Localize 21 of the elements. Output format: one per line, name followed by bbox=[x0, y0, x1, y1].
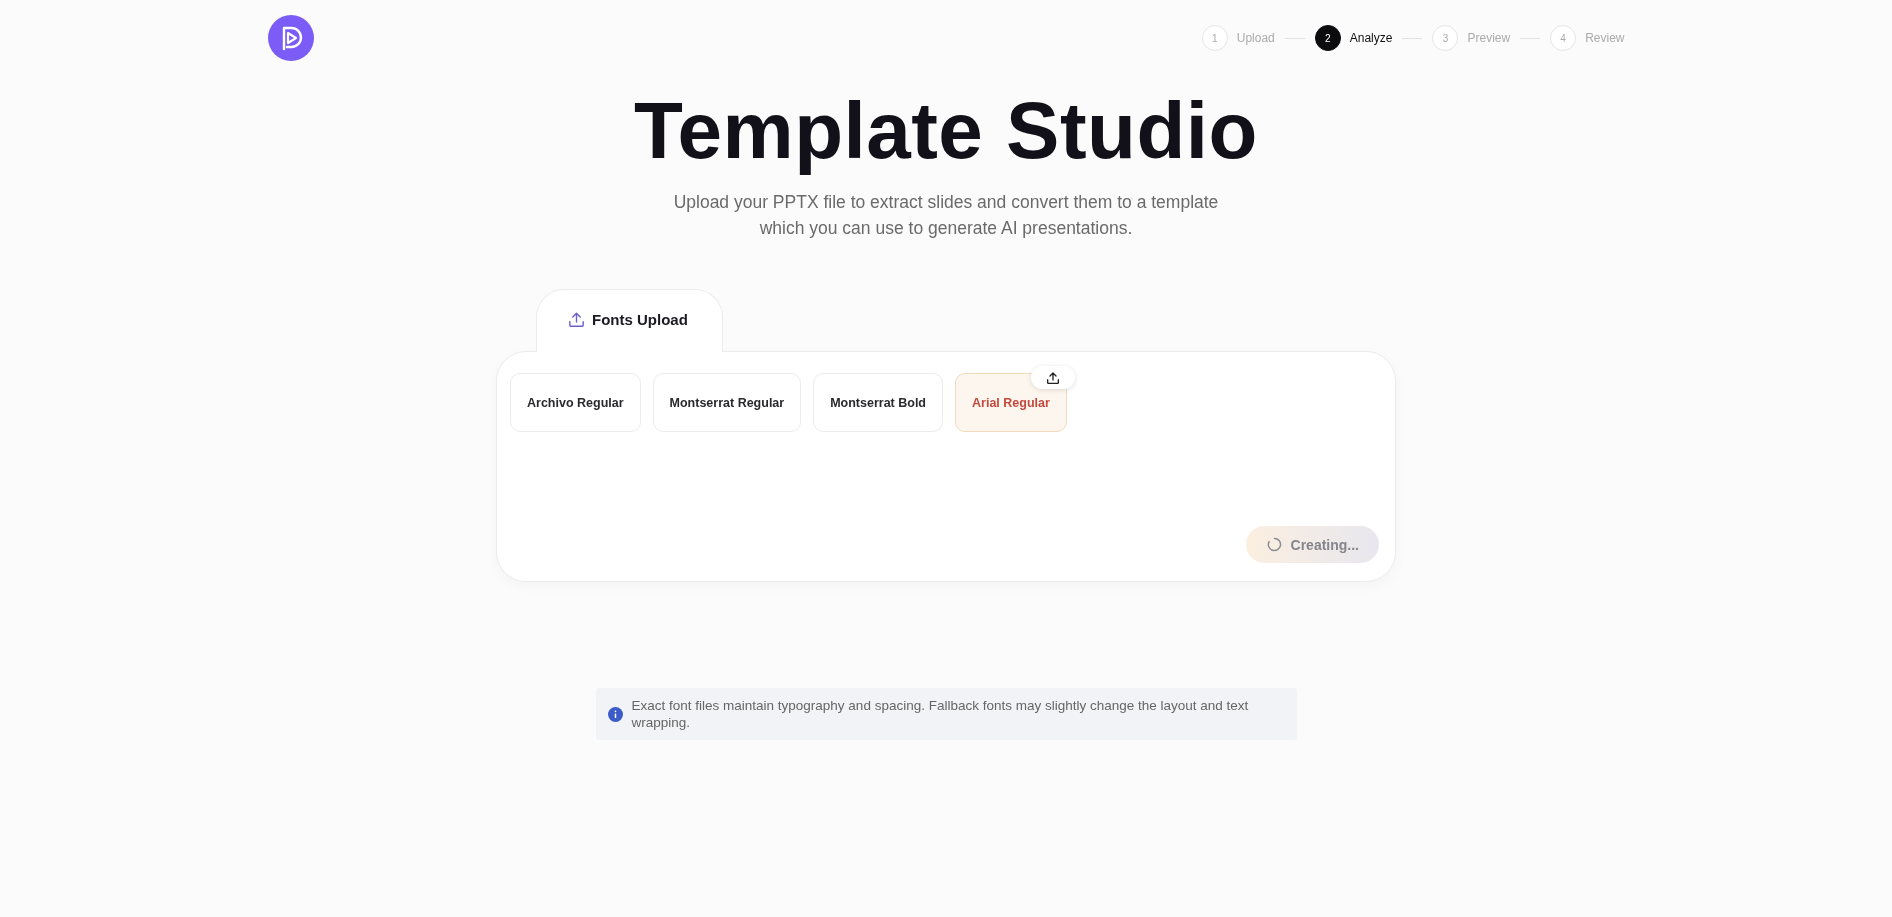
notice-text: Exact font files maintain typography and spacing. Fallback fonts may slightly change the layout and text wrapping. bbox=[631, 697, 1250, 731]
page-subtitle: Upload your PPTX file to extract slides and convert them to a template which you can use to generate AI presentations. bbox=[672, 191, 1220, 240]
spinner-icon bbox=[1266, 537, 1282, 552]
step-number: 1 bbox=[1201, 25, 1228, 51]
font-chip: Arial Regular bbox=[955, 373, 1067, 432]
upload-icon bbox=[569, 311, 584, 327]
fonts-upload-tab[interactable]: Fonts Upload bbox=[536, 289, 723, 352]
step-label: Preview bbox=[1467, 31, 1511, 45]
step-label: Review bbox=[1585, 31, 1625, 45]
upload-font-button[interactable] bbox=[1030, 366, 1075, 389]
logo-icon[interactable] bbox=[267, 15, 314, 61]
step-label: Upload bbox=[1236, 31, 1275, 45]
font-chip: Archivo Regular bbox=[510, 373, 641, 432]
font-chip: Montserrat Regular bbox=[652, 373, 802, 432]
step-number: 3 bbox=[1432, 25, 1459, 51]
step-label: Analyze bbox=[1349, 31, 1393, 45]
step-number: 2 bbox=[1314, 25, 1341, 51]
info-icon bbox=[607, 707, 623, 722]
upload-icon bbox=[1046, 371, 1059, 384]
step-number: 4 bbox=[1550, 25, 1577, 51]
font-chip: Montserrat Bold bbox=[813, 373, 943, 432]
